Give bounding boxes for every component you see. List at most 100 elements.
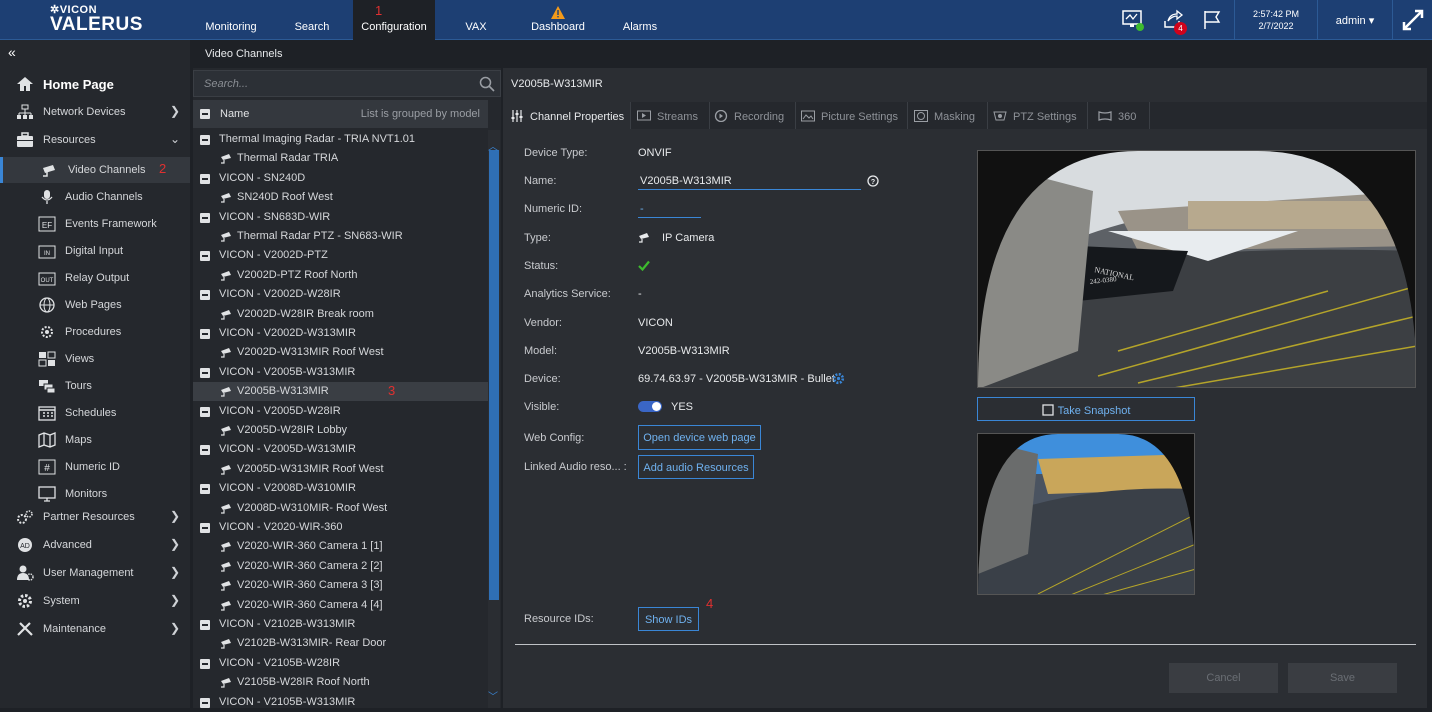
monitor-status-icon[interactable] bbox=[1121, 9, 1145, 31]
tree-group-row[interactable]: VICON - V2002D-W313MIR bbox=[193, 324, 488, 343]
sidebar-item-digital-input[interactable]: IN Digital Input bbox=[0, 238, 190, 264]
sidebar-item-tours[interactable]: Tours bbox=[0, 373, 190, 399]
sidebar-item-relay-output[interactable]: OUT Relay Output bbox=[0, 265, 190, 291]
sidebar-item-views[interactable]: Views bbox=[0, 346, 190, 372]
cancel-button[interactable]: Cancel bbox=[1169, 663, 1278, 693]
tree-group-row[interactable]: VICON - V2002D-W28IR bbox=[193, 285, 488, 304]
nav-configuration[interactable]: Configuration bbox=[353, 0, 435, 40]
collapse-group-icon[interactable] bbox=[200, 658, 210, 669]
fullscreen-button[interactable] bbox=[1392, 0, 1432, 40]
tree-channel-row[interactable]: V2002D-W313MIR Roof West bbox=[193, 343, 488, 362]
tab-streams[interactable]: Streams bbox=[631, 102, 710, 129]
collapse-all-icon[interactable] bbox=[200, 109, 210, 119]
sidebar-item-home[interactable]: Home Page bbox=[0, 71, 190, 97]
tab-masking[interactable]: Masking bbox=[908, 102, 988, 129]
show-ids-button[interactable]: Show IDs bbox=[638, 607, 699, 631]
tree-group-row[interactable]: VICON - V2020-WIR-360 bbox=[193, 518, 488, 537]
tree-channel-row[interactable]: Thermal Radar TRIA bbox=[193, 149, 488, 168]
sidebar-item-audio-channels[interactable]: Audio Channels bbox=[0, 184, 190, 210]
tab-ptz-settings[interactable]: PTZ Settings bbox=[988, 102, 1088, 129]
tree-group-row[interactable]: VICON - V2002D-PTZ bbox=[193, 246, 488, 265]
scroll-down-icon[interactable]: ﹀ bbox=[488, 688, 498, 703]
tab-picture-settings[interactable]: Picture Settings bbox=[796, 102, 908, 129]
collapse-group-icon[interactable] bbox=[200, 445, 210, 456]
nav-vax[interactable]: VAX bbox=[436, 0, 516, 40]
add-audio-resources-button[interactable]: Add audio Resources bbox=[638, 455, 754, 479]
sidebar-item-partner-resources[interactable]: Partner Resources ❯ bbox=[0, 504, 190, 530]
sidebar-item-maintenance[interactable]: Maintenance ❯ bbox=[0, 616, 190, 642]
help-icon[interactable]: ? bbox=[867, 175, 879, 187]
tree-group-row[interactable]: VICON - V2005B-W313MIR bbox=[193, 363, 488, 382]
collapse-group-icon[interactable] bbox=[200, 367, 210, 378]
sidebar-item-advanced[interactable]: AD Advanced ❯ bbox=[0, 532, 190, 558]
take-snapshot-button[interactable]: Take Snapshot bbox=[977, 397, 1195, 421]
column-name[interactable]: Name bbox=[220, 108, 249, 120]
tree-group-row[interactable]: VICON - SN683D-WIR bbox=[193, 208, 488, 227]
sidebar-item-system[interactable]: System ❯ bbox=[0, 588, 190, 614]
tab-channel-properties[interactable]: Channel Properties bbox=[503, 102, 631, 129]
sidebar-item-resources[interactable]: Resources ⌄ bbox=[0, 127, 190, 153]
collapse-group-icon[interactable] bbox=[200, 406, 210, 417]
tree-channel-row[interactable]: V2102B-W313MIR- Rear Door bbox=[193, 634, 488, 653]
tree-channel-row[interactable]: V2002D-W28IR Break room bbox=[193, 305, 488, 324]
tree-scrollbar-thumb[interactable] bbox=[489, 150, 499, 600]
collapse-sidebar-icon[interactable]: « bbox=[8, 44, 16, 60]
tree-channel-row[interactable]: V2020-WIR-360 Camera 1 [1] bbox=[193, 537, 488, 556]
search-input[interactable]: Search... bbox=[193, 70, 501, 97]
scroll-up-icon[interactable]: ︿ bbox=[488, 138, 498, 153]
nav-search[interactable]: Search bbox=[272, 0, 352, 40]
user-menu[interactable]: admin ▾ bbox=[1320, 0, 1390, 40]
open-web-page-button[interactable]: Open device web page bbox=[638, 425, 761, 450]
collapse-group-icon[interactable] bbox=[200, 484, 210, 495]
sidebar-item-maps[interactable]: Maps bbox=[0, 427, 190, 453]
collapse-group-icon[interactable] bbox=[200, 173, 210, 184]
flag-icon[interactable] bbox=[1201, 9, 1225, 31]
tree-group-row[interactable]: VICON - V2105B-W28IR bbox=[193, 654, 488, 673]
sidebar-item-schedules[interactable]: Schedules bbox=[0, 400, 190, 426]
tree-group-row[interactable]: VICON - SN240D bbox=[193, 169, 488, 188]
tree-channel-row[interactable]: V2005D-W28IR Lobby bbox=[193, 421, 488, 440]
collapse-group-icon[interactable] bbox=[200, 212, 210, 223]
tree-group-row[interactable]: VICON - V2008D-W310MIR bbox=[193, 479, 488, 498]
collapse-group-icon[interactable] bbox=[200, 290, 210, 301]
tree-group-row[interactable]: Thermal Imaging Radar - TRIA NVT1.01 bbox=[193, 130, 488, 149]
tab-recording[interactable]: Recording bbox=[710, 102, 796, 129]
sidebar-item-events-framework[interactable]: EF Events Framework bbox=[0, 211, 190, 237]
collapse-group-icon[interactable] bbox=[200, 697, 210, 708]
nav-monitoring[interactable]: Monitoring bbox=[191, 0, 271, 40]
device-settings-gear-icon[interactable] bbox=[832, 372, 845, 385]
tree-channel-row[interactable]: V2008D-W310MIR- Roof West bbox=[193, 499, 488, 518]
sidebar-item-network-devices[interactable]: Network Devices ❯ bbox=[0, 99, 190, 125]
collapse-group-icon[interactable] bbox=[200, 523, 210, 533]
sidebar-item-procedures[interactable]: Procedures bbox=[0, 319, 190, 345]
sidebar-item-numeric-id[interactable]: # Numeric ID bbox=[0, 454, 190, 480]
tree-channel-row[interactable]: V2005B-W313MIR 3 bbox=[193, 382, 488, 402]
tree-channel-row[interactable]: SN240D Roof West bbox=[193, 188, 488, 207]
tree-channel-row[interactable]: V2002D-PTZ Roof North bbox=[193, 266, 488, 285]
tree-group-row[interactable]: VICON - V2005D-W28IR bbox=[193, 402, 488, 421]
collapse-group-icon[interactable] bbox=[200, 329, 210, 339]
collapse-group-icon[interactable] bbox=[200, 135, 210, 145]
tree-channel-row[interactable]: V2020-WIR-360 Camera 4 [4] bbox=[193, 596, 488, 615]
save-button[interactable]: Save bbox=[1288, 663, 1397, 693]
sidebar-item-video-channels[interactable]: Video Channels 2 bbox=[0, 157, 190, 183]
name-field[interactable]: V2005B-W313MIR bbox=[638, 172, 861, 190]
sidebar-item-web-pages[interactable]: Web Pages bbox=[0, 292, 190, 318]
tab-360[interactable]: 360 bbox=[1088, 102, 1150, 129]
tree-channel-row[interactable]: V2105B-W28IR Roof North bbox=[193, 673, 488, 692]
tree-channel-row[interactable]: V2005D-W313MIR Roof West bbox=[193, 460, 488, 479]
tree-group-row[interactable]: VICON - V2105B-W313MIR bbox=[193, 693, 488, 712]
collapse-group-icon[interactable] bbox=[200, 251, 210, 262]
share-icon[interactable]: 4 bbox=[1162, 9, 1187, 35]
tree-group-row[interactable]: VICON - V2102B-W313MIR bbox=[193, 615, 488, 634]
collapse-group-icon[interactable] bbox=[200, 620, 210, 630]
numeric-id-field[interactable]: - bbox=[638, 200, 701, 218]
sidebar-item-user-management[interactable]: User Management ❯ bbox=[0, 560, 190, 586]
nav-alarms[interactable]: Alarms bbox=[600, 0, 680, 40]
tree-channel-row[interactable]: Thermal Radar PTZ - SN683-WIR bbox=[193, 227, 488, 246]
nav-dashboard[interactable]: Dashboard bbox=[517, 0, 599, 40]
tree-channel-row[interactable]: V2020-WIR-360 Camera 2 [2] bbox=[193, 557, 488, 576]
visible-toggle[interactable] bbox=[638, 401, 662, 412]
tree-group-row[interactable]: VICON - V2005D-W313MIR bbox=[193, 440, 488, 459]
tree-channel-row[interactable]: V2020-WIR-360 Camera 3 [3] bbox=[193, 576, 488, 595]
